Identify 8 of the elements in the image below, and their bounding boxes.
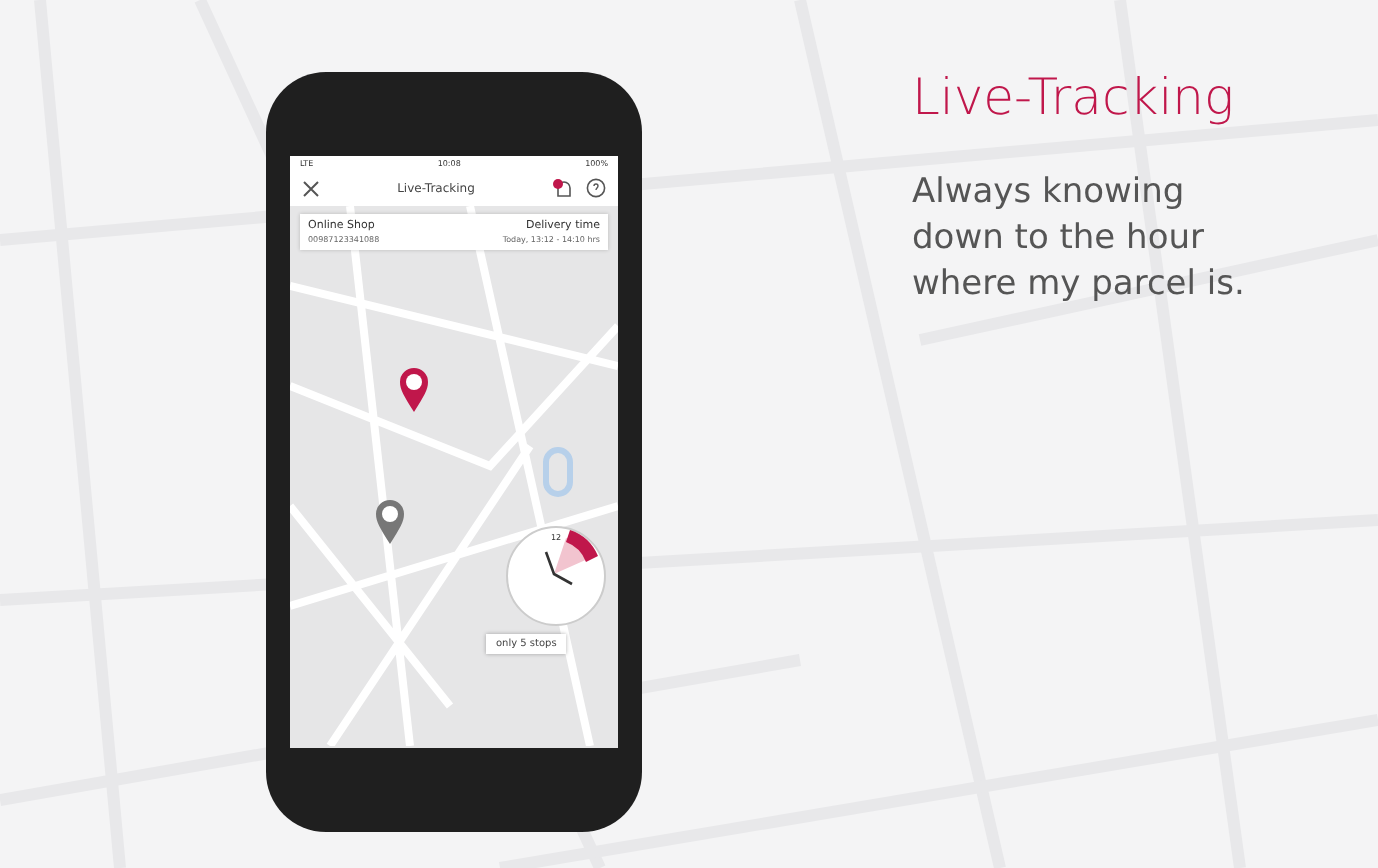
clock-hands-drawing <box>544 528 600 586</box>
help-icon[interactable] <box>585 178 606 198</box>
headline: Live-Tracking <box>912 68 1236 126</box>
parcel-pin-icon[interactable] <box>398 366 430 414</box>
tagline: Always knowing down to the hour where my parcel is. <box>912 170 1247 308</box>
close-icon[interactable] <box>302 179 320 197</box>
bell-icon[interactable] <box>551 177 574 199</box>
home-pin-icon[interactable] <box>374 498 406 546</box>
